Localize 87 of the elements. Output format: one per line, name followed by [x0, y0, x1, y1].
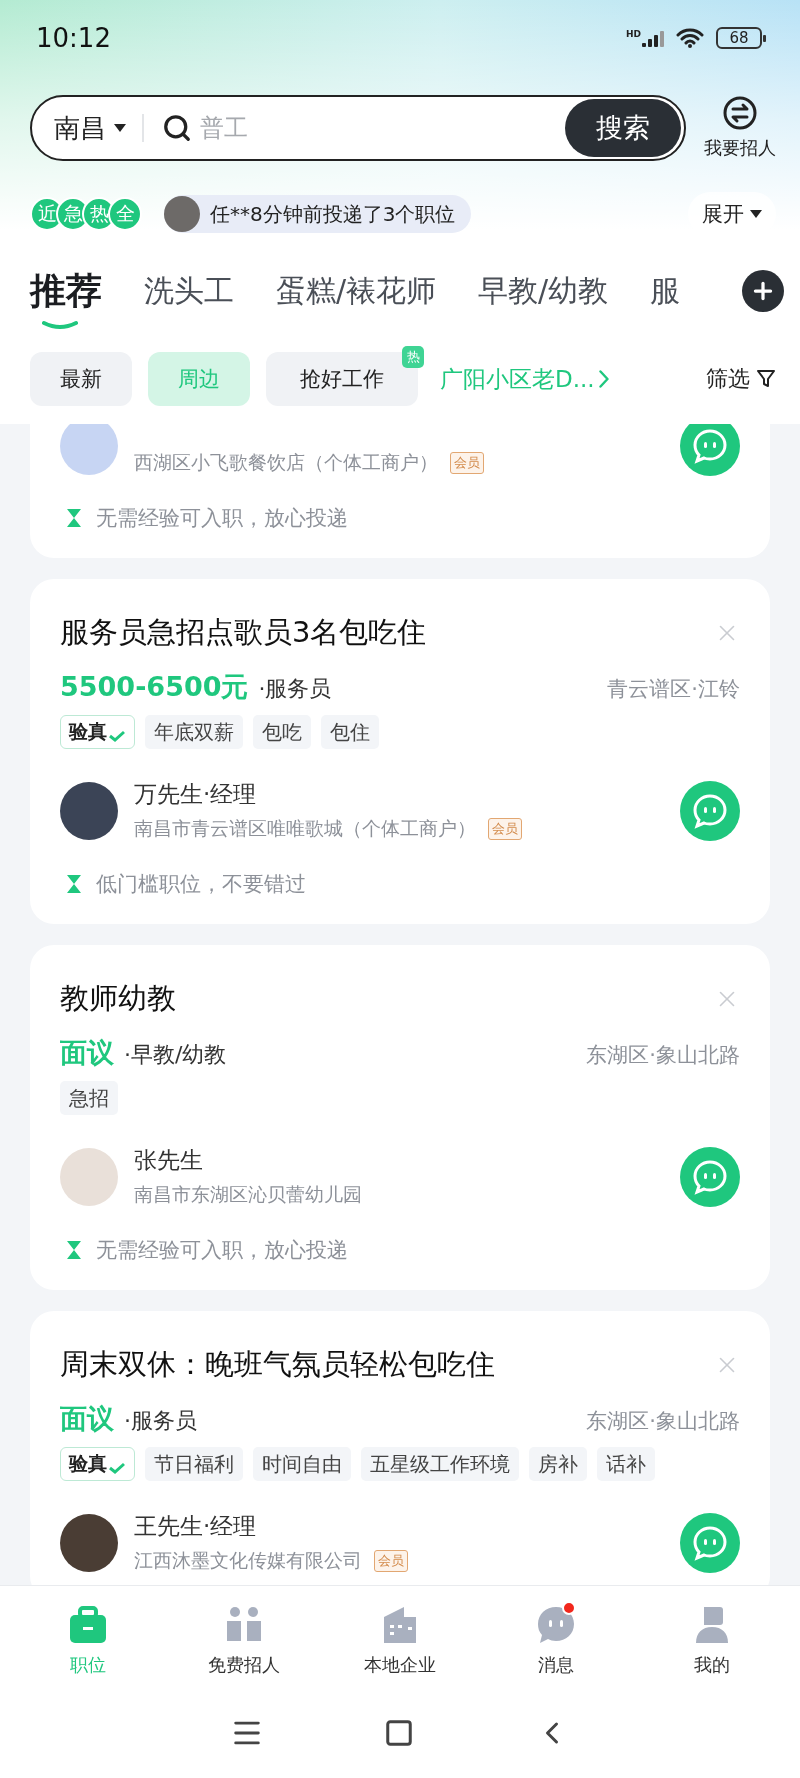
- hot-badge: 热: [402, 346, 424, 368]
- job-tag: 急招: [60, 1081, 118, 1115]
- nav-item[interactable]: 消息: [496, 1604, 616, 1677]
- job-location: 东湖区·象山北路: [586, 1042, 740, 1069]
- job-title: 教师幼教: [60, 980, 176, 1017]
- job-hint: 无需经验可入职，放心投递: [96, 1237, 348, 1264]
- contact-name: 王先生·经理: [134, 1512, 258, 1541]
- chat-bubble-icon: [692, 1158, 728, 1195]
- job-tag: 年底双薪: [145, 715, 243, 749]
- search-button[interactable]: 搜索: [565, 99, 681, 157]
- briefcase-icon: [68, 1604, 108, 1645]
- category-tab[interactable]: 蛋糕/裱花师: [276, 270, 437, 312]
- contact-name: 张先生: [134, 1146, 204, 1175]
- square-icon: [384, 1717, 414, 1748]
- hourglass-icon: [66, 508, 82, 528]
- job-category: ·服务员: [258, 675, 332, 703]
- search-field[interactable]: 南昌 普工 搜索: [30, 95, 686, 161]
- job-tag: 话补: [597, 1447, 655, 1481]
- activity-badge: 全: [108, 197, 142, 231]
- filter-chip[interactable]: 最新: [30, 352, 132, 406]
- search-icon: [162, 113, 192, 143]
- recruit-button[interactable]: 我要招人: [704, 96, 776, 160]
- caret-icon: [750, 210, 762, 218]
- category-tab[interactable]: 服: [650, 270, 681, 312]
- job-tag: 包吃: [253, 715, 311, 749]
- chevron-right-icon: [598, 370, 609, 388]
- swap-icon: [723, 96, 757, 130]
- avatar-photo: [164, 196, 200, 232]
- city-selector[interactable]: 南昌: [54, 114, 144, 142]
- network-type: HD: [626, 29, 641, 39]
- job-tag: 包住: [321, 715, 379, 749]
- job-category: ·服务员: [124, 1407, 197, 1435]
- job-card[interactable]: 周末双休：晚班气氛员轻松包吃住 面议 ·服务员 东湖区·象山北路 验真 节日福利 时间自由 五星级工作环境 房补 话补 王先生·经理 江西沐墨文化传媒有限公司 会员: [30, 1311, 770, 1585]
- avatar-photo: [60, 424, 118, 475]
- job-tag: 五星级工作环境: [361, 1447, 519, 1481]
- job-category: ·早教/幼教: [124, 1041, 227, 1069]
- chat-bubble-icon: [692, 792, 728, 829]
- job-card[interactable]: 教师幼教 面议 ·早教/幼教 东湖区·象山北路 急招 张先生 南昌市东湖区沁贝蕾幼儿园 无需经验可入职，放心投递: [30, 945, 770, 1290]
- salary: 面议: [60, 1402, 114, 1436]
- nav-item[interactable]: 免费招人: [184, 1604, 304, 1677]
- hourglass-icon: [66, 874, 82, 894]
- avatar-photo: [60, 781, 118, 840]
- signal-icon: [642, 29, 664, 47]
- job-title: 周末双休：晚班气氛员轻松包吃住: [60, 1346, 495, 1383]
- category-tab[interactable]: 推荐: [30, 266, 102, 316]
- job-card[interactable]: 服务员急招点歌员3名包吃住 5500-6500元 ·服务员 青云谱区·江铃 验真 年底双薪 包吃 包住 万先生·经理 南昌市青云谱区唯唯歌城（个体工商户） 会员 低门槛职位，不要错过: [30, 579, 770, 924]
- member-badge: 会员: [488, 818, 522, 840]
- verified-text: 验真: [69, 719, 107, 744]
- category-tab[interactable]: 洗头工: [144, 270, 234, 312]
- verified-text: 验真: [69, 1451, 107, 1476]
- activity-text: 任**8分钟前投递了3个职位: [210, 200, 456, 228]
- company-name: 南昌市东湖区沁贝蕾幼儿园: [134, 1182, 362, 1207]
- chat-bubble-icon: [692, 1524, 728, 1561]
- member-badge: 会员: [450, 452, 484, 474]
- caret-icon: [114, 124, 126, 132]
- member-badge: 会员: [374, 1550, 408, 1572]
- filter-button[interactable]: 筛选: [706, 364, 776, 394]
- check-icon: [108, 730, 126, 742]
- salary: 面议: [60, 1036, 114, 1070]
- home-button[interactable]: [384, 1717, 414, 1748]
- job-tag: 节日福利: [145, 1447, 243, 1481]
- chat-icon: [536, 1604, 576, 1645]
- tab-indicator: [42, 319, 78, 330]
- category-tab[interactable]: 早教/幼教: [478, 270, 609, 312]
- company-name: 江西沐墨文化传媒有限公司: [134, 1548, 362, 1573]
- status-time: 10:12: [36, 23, 111, 53]
- avatar-photo: [60, 1513, 118, 1572]
- contact-name: 万先生·经理: [134, 780, 258, 809]
- chat-bubble-icon: [692, 428, 728, 464]
- job-hint: 低门槛职位，不要错过: [96, 871, 306, 898]
- job-title: 服务员急招点歌员3名包吃住: [60, 614, 427, 651]
- job-tag: 房补: [529, 1447, 587, 1481]
- check-icon: [108, 1462, 126, 1474]
- wifi-icon: [676, 27, 704, 49]
- job-location: 青云谱区·江铃: [607, 676, 740, 703]
- job-hint: 无需经验可入职，放心投递: [96, 505, 348, 532]
- salary: 5500-6500元: [60, 670, 249, 704]
- chat-button[interactable]: [680, 424, 740, 476]
- hourglass-icon: [66, 1240, 82, 1260]
- add-tab-button[interactable]: [742, 270, 784, 312]
- nav-item[interactable]: 我的: [652, 1604, 772, 1677]
- company-name: 南昌市青云谱区唯唯歌城（个体工商户）: [134, 816, 476, 841]
- filter-icon: [756, 369, 776, 389]
- job-tag: 时间自由: [253, 1447, 351, 1481]
- job-location: 东湖区·象山北路: [586, 1408, 740, 1435]
- company-name: 西湖区小飞歌餐饮店（个体工商户）: [134, 450, 438, 475]
- nav-item[interactable]: 本地企业: [340, 1604, 460, 1677]
